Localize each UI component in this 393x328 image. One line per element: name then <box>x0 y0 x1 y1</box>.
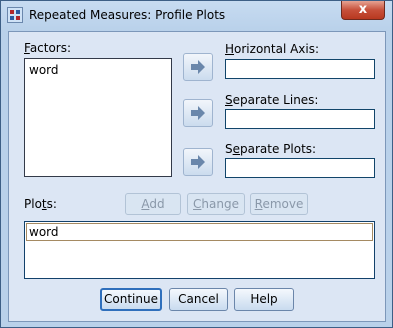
spss-grid-icon <box>7 7 23 23</box>
move-to-separate-lines-button[interactable] <box>183 99 213 127</box>
separate-plots-label: Separate Plots: <box>225 142 317 156</box>
plots-listbox[interactable]: word <box>24 221 375 279</box>
cancel-button[interactable]: Cancel <box>169 288 228 311</box>
change-button[interactable]: Change <box>187 193 245 215</box>
add-button[interactable]: Add <box>125 193 181 215</box>
plots-label: Plots: <box>24 197 57 211</box>
plots-list-item[interactable]: word <box>26 223 373 241</box>
right-arrow-icon <box>191 155 205 169</box>
factor-item-word[interactable]: word <box>29 63 59 77</box>
horizontal-axis-label: Horizontal Axis: <box>225 42 320 56</box>
separate-lines-label: Separate Lines: <box>225 93 319 107</box>
separate-plots-field[interactable] <box>225 158 375 178</box>
title-bar[interactable]: Repeated Measures: Profile Plots x <box>1 1 392 31</box>
horizontal-axis-field[interactable] <box>225 59 375 79</box>
plots-item-label: word <box>29 225 59 239</box>
factors-listbox[interactable]: word <box>24 58 172 177</box>
close-icon: x <box>358 2 368 17</box>
window-title: Repeated Measures: Profile Plots <box>29 8 226 22</box>
continue-button[interactable]: Continue <box>100 288 162 311</box>
right-arrow-icon <box>191 60 205 74</box>
help-button[interactable]: Help <box>234 288 294 311</box>
dialog-window: Repeated Measures: Profile Plots x Facto… <box>0 0 393 328</box>
move-to-horizontal-axis-button[interactable] <box>183 53 213 81</box>
factors-label: Factors: <box>24 41 72 55</box>
separate-lines-field[interactable] <box>225 109 375 129</box>
move-to-separate-plots-button[interactable] <box>183 148 213 176</box>
close-button[interactable]: x <box>341 1 385 20</box>
dialog-client-area: Factors: word Horizontal Axis: Separate … <box>8 31 386 322</box>
right-arrow-icon <box>191 106 205 120</box>
remove-button[interactable]: Remove <box>250 193 308 215</box>
